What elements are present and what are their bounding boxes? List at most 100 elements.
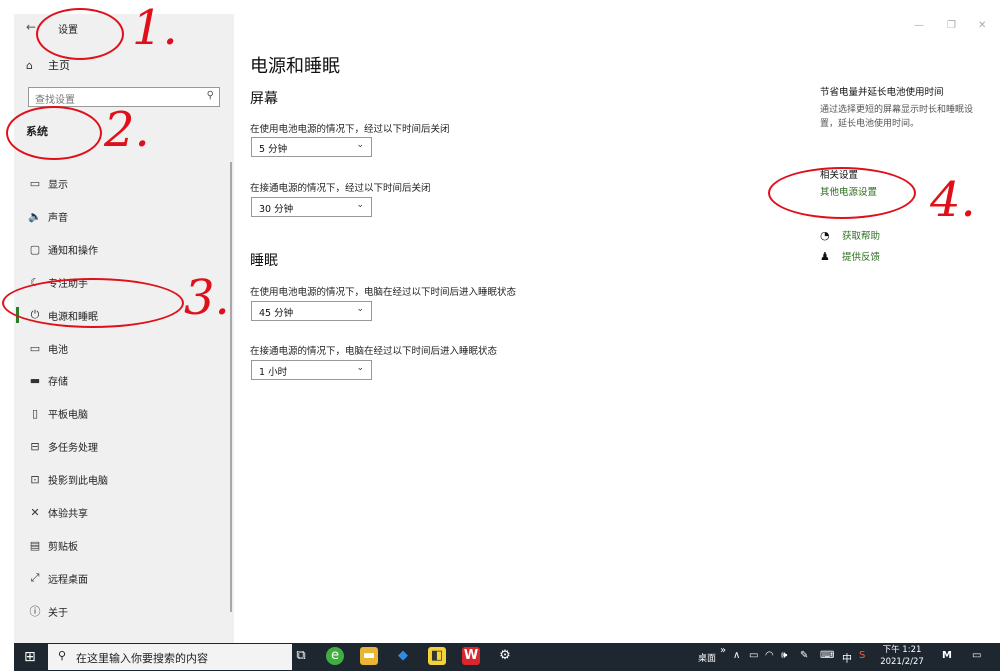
annotation-circle-1 — [36, 8, 124, 60]
chevron-down-icon: ⌄ — [356, 140, 364, 150]
chevron-down-icon: ⌄ — [356, 304, 364, 314]
taskbar-search-placeholder: 在这里输入你要搜索的内容 — [76, 652, 208, 665]
sleep-heading: 睡眠 — [250, 253, 278, 269]
notification-center-icon[interactable]: ▭ — [972, 650, 981, 661]
sogou-ime-icon[interactable]: S — [859, 650, 865, 661]
sidebar-item-label: 电池 — [48, 344, 68, 356]
minimize-icon[interactable]: — — [914, 20, 924, 31]
file-explorer-icon[interactable]: ▬ — [360, 647, 378, 665]
sidebar-scrollbar[interactable] — [230, 162, 232, 612]
main-content: 电源和睡眠 屏幕 在使用电池电源的情况下，经过以下时间后关闭 5 分钟 ⌄ 在接… — [250, 14, 790, 643]
clock-date: 2021/2/27 — [880, 657, 924, 667]
sidebar-item-label: 通知和操作 — [48, 245, 98, 257]
sidebar-item-label: 远程桌面 — [48, 574, 88, 586]
battery-icon: ▭ — [29, 341, 41, 355]
settings-window: ← 设置 ⌂ 主页 查找设置 ⚲ 系统 ▭ 显示 🔈 声音 ▢ 通知和操作 ☾ 专注助手 ⏻ 电源… — [14, 14, 1000, 643]
sidebar-item-battery[interactable]: ▭ 电池 — [14, 337, 234, 359]
clock-time: 下午 1:21 — [882, 645, 922, 655]
info-icon: ⓘ — [29, 605, 41, 618]
chevron-down-icon: ⌄ — [356, 200, 364, 210]
browser-app-icon[interactable]: e — [326, 647, 344, 665]
windows-start-icon[interactable]: ⊞ — [24, 649, 36, 665]
annotation-circle-4 — [768, 167, 916, 219]
back-arrow-icon[interactable]: ← — [26, 20, 36, 34]
home-icon: ⌂ — [26, 58, 33, 72]
sidebar-item-clipboard[interactable]: ▤ 剪贴板 — [14, 534, 234, 556]
sleep-battery-select[interactable]: 45 分钟 ⌄ — [251, 301, 372, 321]
annotation-circle-3 — [2, 278, 184, 328]
maximize-icon[interactable]: ❐ — [947, 20, 956, 31]
home-label: 主页 — [48, 59, 70, 72]
task-view-icon[interactable]: ⧉ — [292, 647, 310, 665]
vscode-icon[interactable]: ◆ — [394, 647, 412, 665]
sidebar-item-multitasking[interactable]: ⊟ 多任务处理 — [14, 435, 234, 457]
overflow-chevron-icon[interactable]: » — [720, 645, 726, 656]
screen-plugged-desc: 在接通电源的情况下，经过以下时间后关闭 — [250, 183, 431, 194]
monitor-icon: ▭ — [29, 176, 41, 190]
sidebar-item-sound[interactable]: 🔈 声音 — [14, 205, 234, 227]
notes-app-icon[interactable]: ◧ — [428, 647, 446, 665]
speaker-icon: 🔈 — [28, 209, 42, 223]
sleep-battery-desc: 在使用电池电源的情况下，电脑在经过以下时间后进入睡眠状态 — [250, 287, 517, 298]
taskbar: ⊞ ⚲ 在这里输入你要搜索的内容 ⧉ e ▬ ◆ ◧ W ⚙ 桌面 » ∧ ▭ … — [14, 643, 1000, 671]
sleep-plugged-select[interactable]: 1 小时 ⌄ — [251, 360, 372, 380]
sidebar-item-display[interactable]: ▭ 显示 — [14, 172, 234, 194]
desktop-toolbar-label[interactable]: 桌面 — [698, 651, 716, 664]
sleep-plugged-value: 1 小时 — [259, 367, 288, 378]
volume-icon[interactable]: 🕪 — [781, 650, 787, 661]
get-help-label: 获取帮助 — [842, 231, 881, 242]
feedback-link[interactable]: ♟ 提供反馈 — [820, 249, 881, 264]
chevron-down-icon: ⌄ — [356, 363, 364, 373]
clock[interactable]: 下午 1:21 2021/2/27 — [872, 644, 932, 668]
sidebar-item-tablet[interactable]: ▯ 平板电脑 — [14, 402, 234, 424]
storage-icon: ▬ — [29, 373, 41, 387]
sidebar-item-project-to-pc[interactable]: ⊡ 投影到此电脑 — [14, 468, 234, 490]
screen-battery-select[interactable]: 5 分钟 ⌄ — [251, 137, 372, 157]
battery-icon[interactable]: ▭ — [749, 650, 758, 661]
sidebar-item-label: 多任务处理 — [48, 442, 98, 454]
tablet-icon: ▯ — [31, 406, 39, 420]
annotation-number-2: 2. — [104, 102, 150, 158]
screen-plugged-select[interactable]: 30 分钟 ⌄ — [251, 197, 372, 217]
search-icon[interactable]: ⚲ — [207, 90, 214, 101]
sidebar-item-label: 体验共享 — [48, 508, 88, 520]
annotation-circle-2 — [6, 106, 102, 160]
help-chat-icon: ◔ — [820, 228, 830, 242]
tip-title: 节省电量并延长电池使用时间 — [820, 87, 944, 98]
tip-description: 通过选择更短的屏幕显示时长和睡眠设置，延长电池使用时间。 — [820, 105, 974, 129]
sidebar-item-label: 投影到此电脑 — [48, 475, 108, 487]
sidebar-item-remote-desktop[interactable]: ⤢ 远程桌面 — [14, 567, 234, 589]
remote-desktop-icon: ⤢ — [30, 571, 40, 584]
notification-icon: ▢ — [29, 242, 41, 256]
app-tray-icon[interactable]: M — [942, 650, 952, 661]
taskbar-search-box[interactable]: ⚲ 在这里输入你要搜索的内容 — [48, 644, 292, 670]
keyboard-icon[interactable]: ⌨ — [820, 650, 834, 661]
get-help-link[interactable]: ◔ 获取帮助 — [820, 228, 881, 243]
sidebar-item-label: 声音 — [48, 212, 68, 224]
ime-indicator[interactable]: 中 — [842, 650, 852, 665]
sidebar-item-about[interactable]: ⓘ 关于 — [14, 600, 234, 622]
show-hidden-icons-chevron[interactable]: ∧ — [733, 650, 740, 661]
sidebar-item-storage[interactable]: ▬ 存储 — [14, 369, 234, 391]
screen-heading: 屏幕 — [250, 91, 278, 107]
sidebar-item-label: 平板电脑 — [48, 409, 88, 421]
feedback-label: 提供反馈 — [842, 252, 881, 263]
sidebar-item-label: 关于 — [48, 607, 68, 619]
multitasking-icon: ⊟ — [30, 439, 40, 453]
sidebar-item-notifications[interactable]: ▢ 通知和操作 — [14, 238, 234, 260]
annotation-number-3: 3. — [184, 270, 230, 326]
sidebar-item-label: 存储 — [48, 376, 68, 388]
sidebar-home[interactable]: ⌂ 主页 — [26, 57, 70, 73]
page-title: 电源和睡眠 — [250, 56, 340, 77]
sidebar-item-label: 显示 — [48, 179, 68, 191]
annotation-number-4: 4. — [930, 172, 976, 228]
wifi-icon[interactable]: ◠ — [765, 650, 774, 661]
sidebar-item-label: 剪贴板 — [48, 541, 78, 553]
close-icon[interactable]: ✕ — [978, 20, 986, 31]
sleep-plugged-desc: 在接通电源的情况下，电脑在经过以下时间后进入睡眠状态 — [250, 346, 498, 357]
settings-gear-icon[interactable]: ⚙ — [496, 647, 514, 665]
pen-icon[interactable]: ✎ — [800, 650, 808, 661]
sidebar-item-shared-experiences[interactable]: ✕ 体验共享 — [14, 501, 234, 523]
clipboard-icon: ▤ — [29, 538, 41, 552]
wps-office-icon[interactable]: W — [462, 647, 480, 665]
